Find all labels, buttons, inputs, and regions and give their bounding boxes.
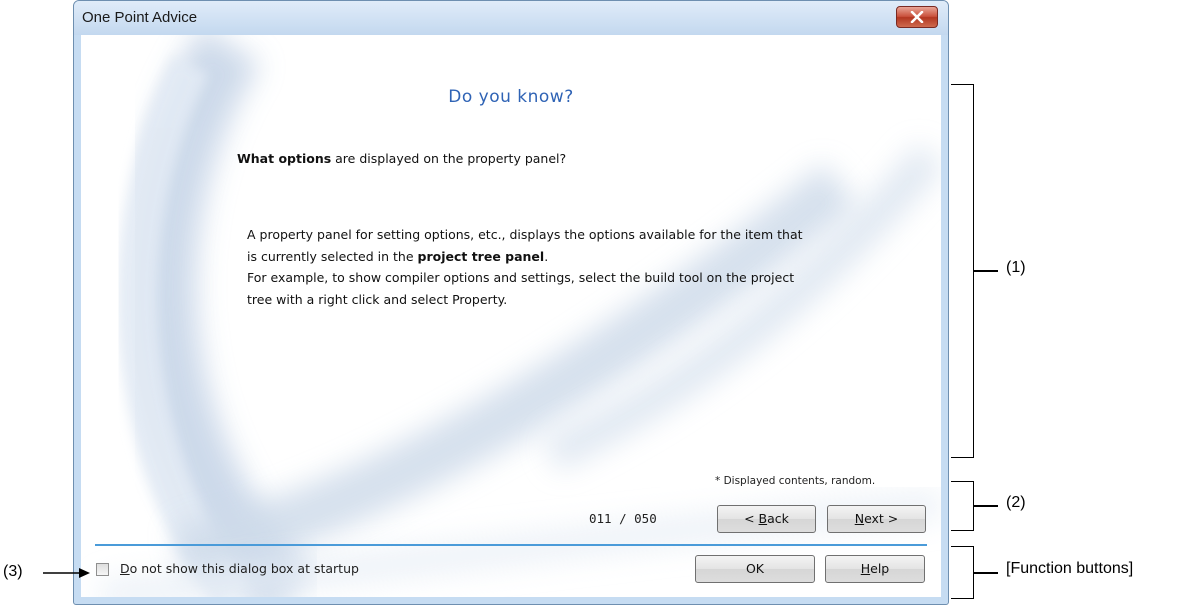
paragraph-bold-text: project tree panel [417,248,545,264]
help-label: elp [870,561,890,576]
next-mnemonic: N [854,511,865,526]
random-contents-note: * Displayed contents, random. [715,475,876,487]
back-mnemonic: B [758,511,768,526]
area-1-callout: (1) [1006,259,1026,276]
do-not-show-checkbox[interactable] [96,563,109,576]
advice-heading: Do you know? [448,87,574,107]
area-3-callout: (3) [3,563,23,580]
area-1-bracket [951,84,974,458]
area-2-leader-line [974,505,998,507]
window-title: One Point Advice [82,9,198,26]
function-buttons-leader-line [974,572,998,574]
advice-body: A property panel for setting options, et… [247,224,807,310]
function-buttons-bracket [951,546,974,599]
next-label: ext > [864,511,899,526]
dialog-client-area: Do you know? What options are displayed … [81,35,941,597]
paragraph-text-2: . [544,248,549,264]
area-1-leader-line [974,270,998,272]
advice-question: What options are displayed on the proper… [237,151,566,166]
close-button[interactable] [896,6,938,28]
help-button[interactable]: Help [825,555,925,583]
area-2-callout: (2) [1006,494,1026,511]
back-label: ack [767,511,789,526]
advice-paragraph-2: For example, to show compiler options an… [247,270,795,307]
checkbox-mnemonic: D [120,561,130,576]
function-buttons-callout: [Function buttons] [1006,560,1134,577]
ok-button[interactable]: OK [695,555,815,583]
advice-paragraph-1: A property panel for setting options, et… [247,224,807,267]
area-3-arrow-icon [43,568,90,578]
close-icon [910,11,924,23]
next-button[interactable]: Next > [827,505,926,533]
question-text: are displayed on the property panel? [331,151,567,166]
do-not-show-label[interactable]: Do not show this dialog box at startup [120,561,359,576]
one-point-advice-dialog: One Point Advice Do you know? What optio… [73,0,949,605]
title-bar[interactable]: One Point Advice [74,1,948,35]
question-bold-text: What options [237,151,332,166]
footer-separator [95,544,927,546]
area-2-bracket [951,481,974,531]
back-prefix: < [744,511,759,526]
help-mnemonic: H [860,561,871,576]
checkbox-label-text: o not show this dialog box at startup [129,561,359,576]
page-counter: 011 / 050 [589,511,657,526]
back-button[interactable]: < Back [717,505,816,533]
